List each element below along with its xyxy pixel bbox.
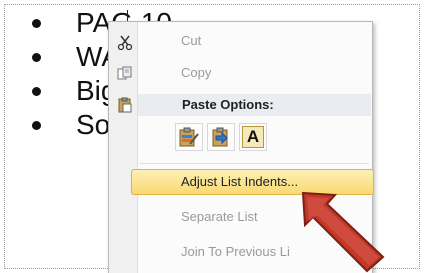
paste-use-destination-theme-button[interactable] — [175, 123, 203, 151]
arrow-clipboard-icon — [210, 126, 232, 153]
clipboard-icon — [117, 97, 133, 113]
menu-item-label: Separate List — [181, 209, 258, 224]
annotation-arrow-icon — [301, 191, 385, 273]
paste-keep-text-only-button[interactable]: A — [239, 123, 267, 151]
brush-clipboard-icon — [178, 126, 200, 153]
bullet-dot — [32, 53, 41, 62]
text-a-icon: A — [242, 126, 264, 148]
paste-merge-formatting-button[interactable] — [207, 123, 235, 151]
menu-item-label: Copy — [181, 65, 212, 80]
menu-item-cut[interactable]: Cut — [109, 28, 372, 54]
menu-item-copy[interactable]: Copy — [109, 60, 372, 86]
paste-options-label: Paste Options: — [182, 97, 274, 112]
menu-separator — [139, 163, 369, 164]
bullet-dot — [32, 121, 41, 130]
bullet-dot — [32, 19, 41, 28]
scissors-icon — [117, 33, 133, 51]
list-item-text[interactable]: So — [76, 108, 110, 142]
bullet-dot — [32, 87, 41, 96]
menu-item-label: Adjust List Indents... — [181, 174, 299, 189]
copy-icon — [117, 65, 133, 81]
paste-options-header: Paste Options: — [138, 94, 371, 116]
menu-item-label: Join To Previous Li — [181, 244, 290, 259]
menu-item-label: Cut — [181, 33, 202, 48]
